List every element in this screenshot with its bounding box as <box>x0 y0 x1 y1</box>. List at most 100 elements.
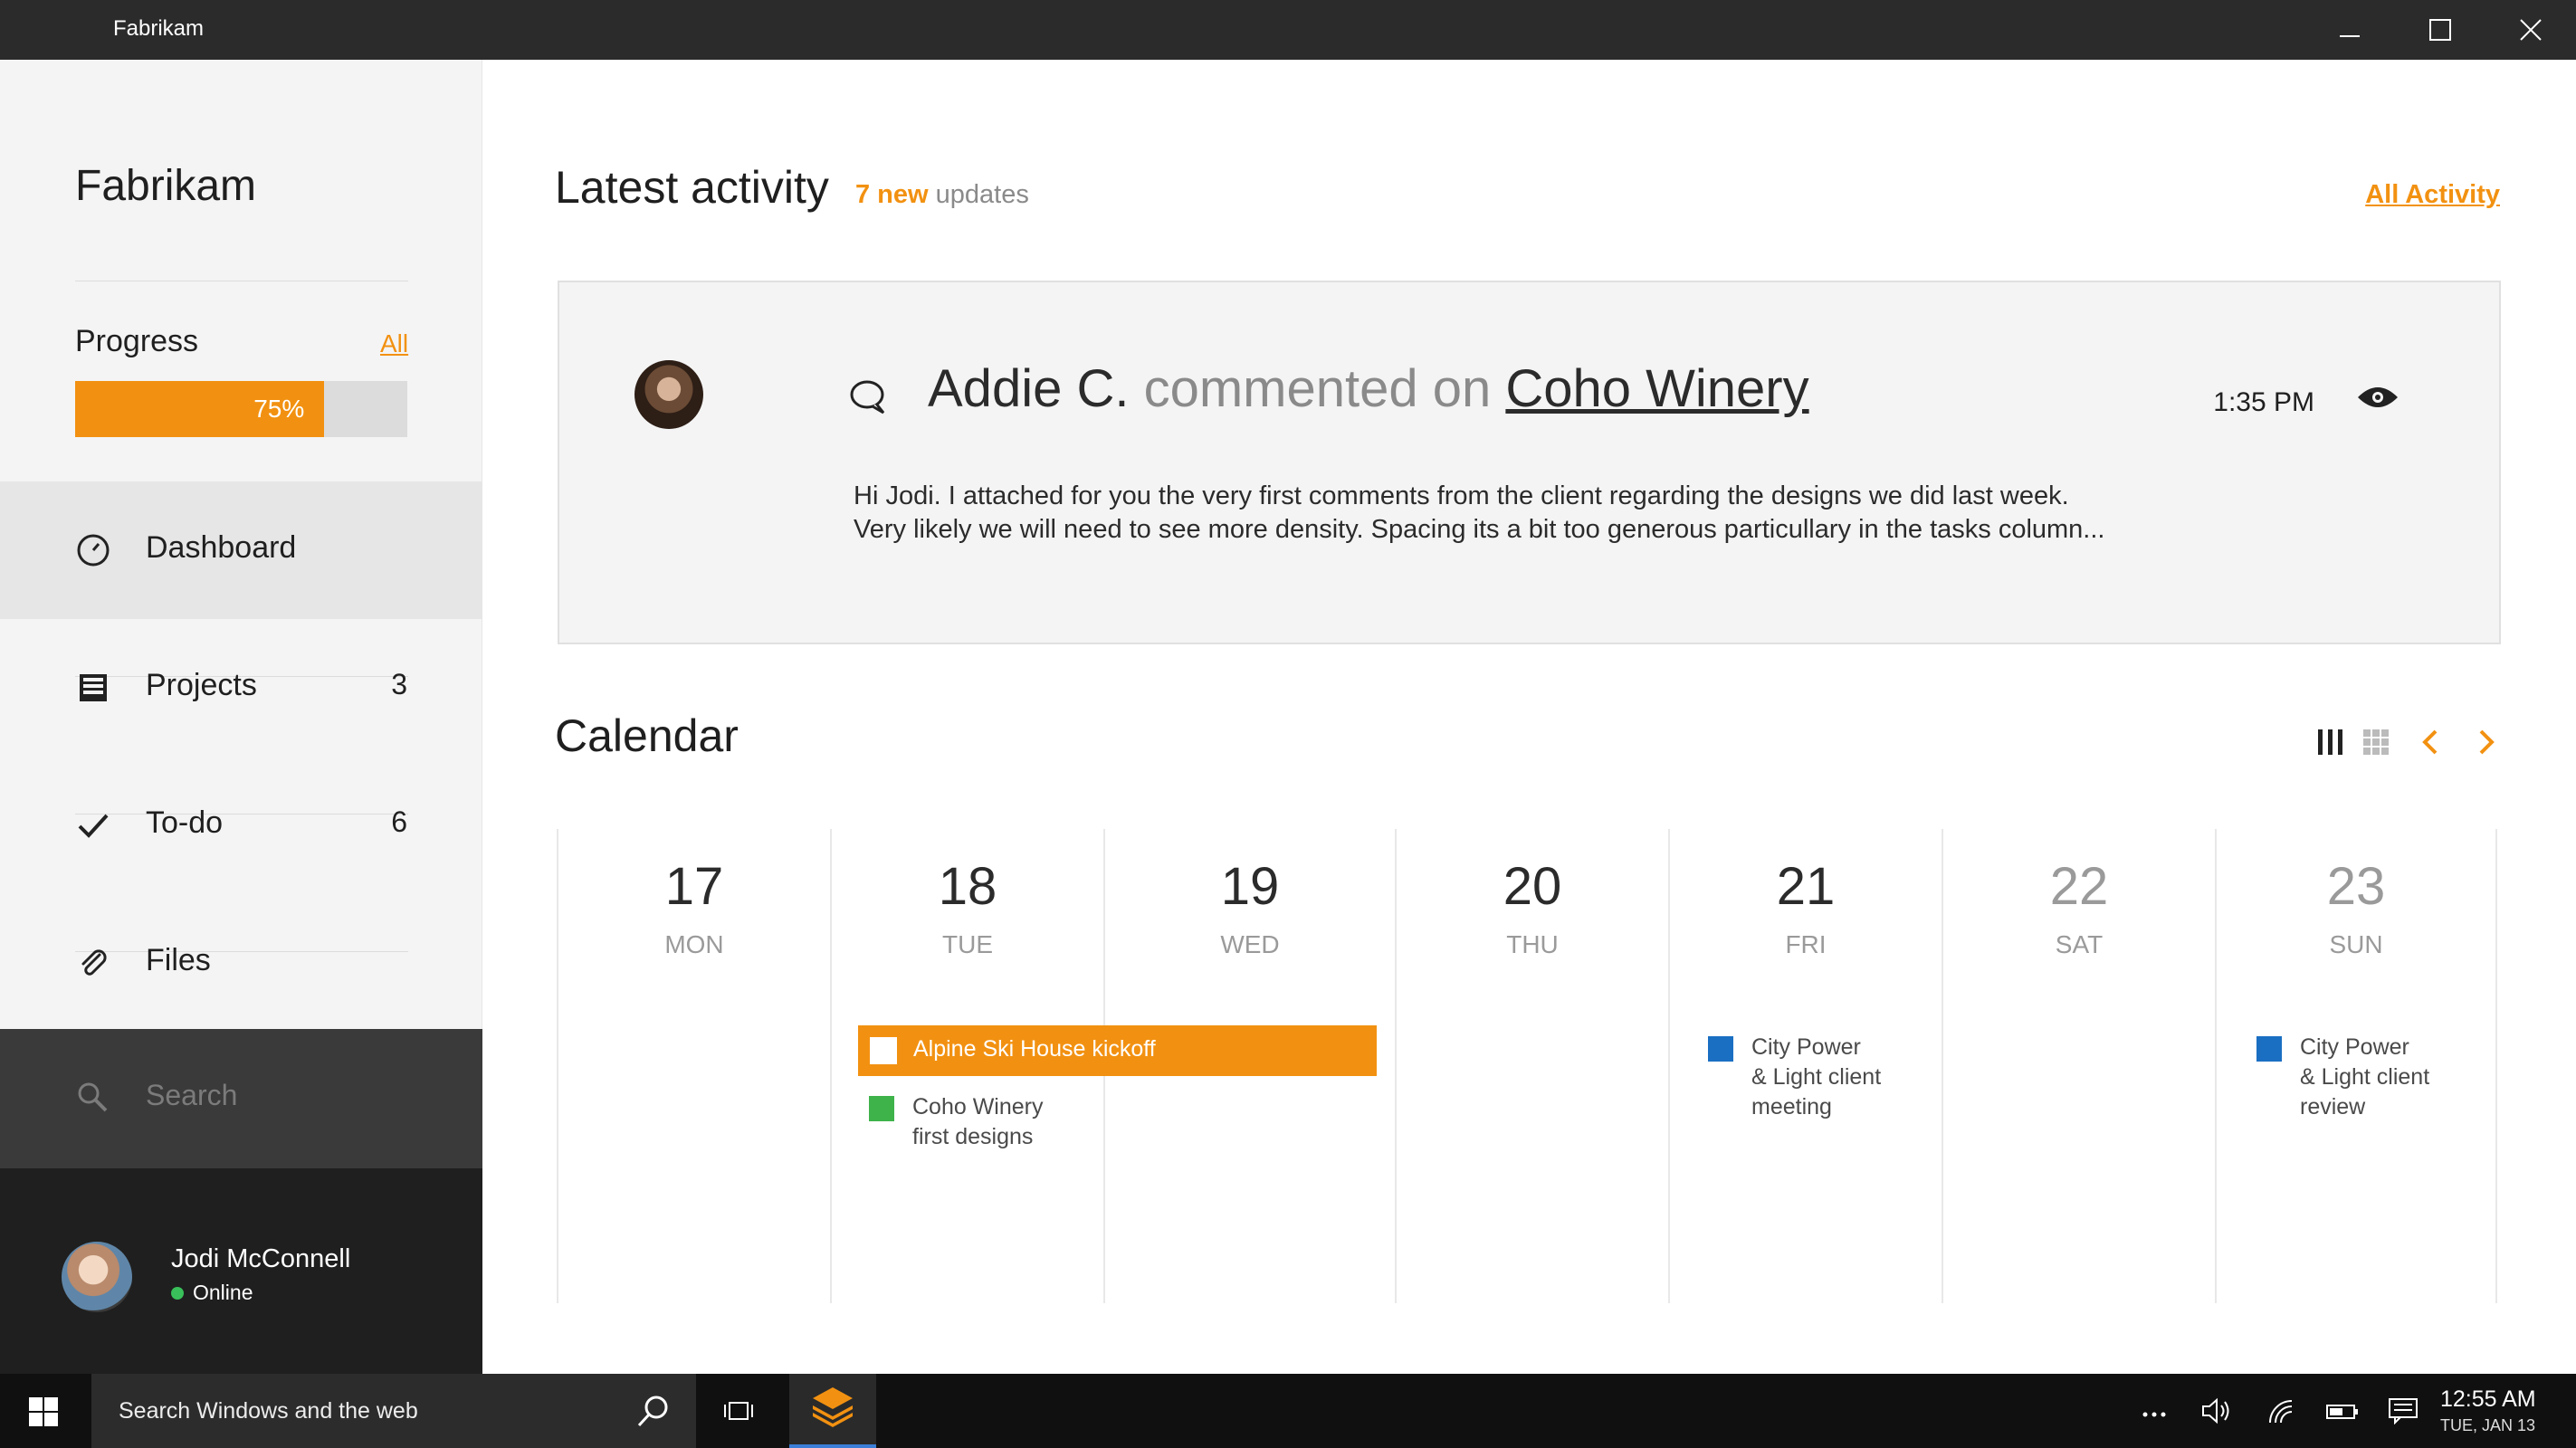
sidebar: Fabrikam Progress All 75% Dashboard Proj… <box>0 60 482 1374</box>
minimize-icon <box>2340 35 2360 37</box>
all-activity-link[interactable]: All Activity <box>2365 180 2500 210</box>
avatar <box>62 1242 132 1312</box>
comment-icon <box>849 378 887 421</box>
sidebar-item-projects[interactable]: Projects 3 <box>0 619 482 757</box>
day-number: 21 <box>1776 857 1836 916</box>
day-name: TUE <box>942 930 993 958</box>
event-label-line: meeting <box>1751 1094 1832 1119</box>
taskbar-search[interactable]: Search Windows and the web <box>91 1374 696 1448</box>
minimize-button[interactable] <box>2304 0 2395 60</box>
day-number: 18 <box>938 857 997 916</box>
volume-icon[interactable] <box>2201 1397 2232 1429</box>
close-button[interactable] <box>2485 0 2576 60</box>
battery-icon[interactable] <box>2326 1403 2359 1425</box>
task-view-icon[interactable] <box>722 1397 755 1429</box>
projects-icon <box>75 670 111 706</box>
sidebar-item-dashboard[interactable]: Dashboard <box>0 481 482 619</box>
activity-verb: commented on <box>1143 359 1492 418</box>
paperclip-icon <box>75 945 111 981</box>
activity-body: Hi Jodi. I attached for you the very fir… <box>854 480 2392 547</box>
online-status-icon <box>171 1287 184 1300</box>
maximize-button[interactable] <box>2395 0 2485 60</box>
week-view-icon[interactable] <box>2314 726 2347 763</box>
day-name: SUN <box>2329 930 2383 958</box>
activity-time: 1:35 PM <box>2213 387 2314 417</box>
event-label: City Power & Light client meeting <box>1751 1033 1881 1122</box>
sidebar-item-label: To-do <box>146 805 224 840</box>
event-color-icon <box>1708 1036 1733 1062</box>
chevron-left-icon[interactable] <box>2414 726 2447 763</box>
event-color-icon <box>869 1096 894 1121</box>
projects-count: 3 <box>391 668 407 700</box>
progress-all-link[interactable]: All <box>380 329 408 358</box>
checkmark-icon <box>75 807 111 843</box>
taskbar-search-input[interactable]: Search Windows and the web <box>119 1398 418 1424</box>
user-profile[interactable]: Jodi McConnell Online <box>0 1168 482 1374</box>
event-color-icon <box>2256 1036 2282 1062</box>
title-bar: Fabrikam <box>0 0 2576 60</box>
user-status: Online <box>193 1281 253 1304</box>
activity-card[interactable]: Addie C. commented on Coho Winery 1:35 P… <box>558 281 2501 644</box>
day-name: FRI <box>1785 930 1827 958</box>
layers-icon <box>809 1384 856 1435</box>
brand-title: Fabrikam <box>75 162 257 210</box>
more-icon[interactable] <box>2142 1406 2167 1423</box>
eye-icon[interactable] <box>2356 383 2399 416</box>
taskbar: Search Windows and the web 12:55 AM TUE,… <box>0 1374 2576 1448</box>
new-count: 7 new <box>855 180 929 209</box>
activity-target-link[interactable]: Coho Winery <box>1505 359 1808 418</box>
taskbar-app-fabrikam[interactable] <box>789 1374 876 1448</box>
calendar-day[interactable]: 17 MON <box>557 829 830 1303</box>
window-title: Fabrikam <box>113 16 205 41</box>
avatar <box>634 360 703 429</box>
event-label: Coho Winery first designs <box>912 1092 1044 1152</box>
event-coho-winery[interactable]: Coho Winery first designs <box>869 1092 1086 1156</box>
event-label-line: City Power <box>2300 1034 2409 1060</box>
wifi-icon[interactable] <box>2266 1397 2294 1429</box>
calendar-day[interactable]: 22 SAT <box>1942 829 2215 1303</box>
event-city-power-meeting[interactable]: City Power & Light client meeting <box>1708 1033 1925 1127</box>
day-name: WED <box>1220 930 1280 958</box>
event-label: Alpine Ski House kickoff <box>913 1036 1156 1062</box>
sidebar-search[interactable]: Search <box>0 1029 482 1168</box>
search-icon <box>636 1394 671 1433</box>
event-city-power-review[interactable]: City Power & Light client review <box>2256 1033 2474 1127</box>
sidebar-item-label: Files <box>146 943 211 977</box>
sidebar-item-files[interactable]: Files <box>0 894 482 1032</box>
activity-author: Addie C. <box>928 359 1130 418</box>
search-icon <box>75 1080 110 1119</box>
chevron-right-icon[interactable] <box>2470 726 2503 763</box>
event-alpine-ski-house[interactable]: Alpine Ski House kickoff <box>858 1025 1377 1076</box>
day-number: 19 <box>1220 857 1280 916</box>
sidebar-item-todo[interactable]: To-do 6 <box>0 757 482 894</box>
day-name: MON <box>664 930 724 958</box>
todo-count: 6 <box>391 805 407 838</box>
close-icon <box>2520 19 2542 41</box>
sidebar-item-label: Projects <box>146 668 257 702</box>
updates-count: 7 new updates <box>855 180 1029 210</box>
dashboard-icon <box>75 532 111 568</box>
taskbar-clock[interactable]: 12:55 AM TUE, JAN 13 <box>2440 1386 2540 1435</box>
search-input[interactable]: Search <box>146 1079 237 1112</box>
event-label: City Power & Light client review <box>2300 1033 2429 1122</box>
day-number: 20 <box>1503 857 1562 916</box>
windows-start-icon[interactable] <box>27 1396 60 1433</box>
calendar-day[interactable]: 20 THU <box>1395 829 1668 1303</box>
event-label-line: first designs <box>912 1124 1034 1149</box>
day-number: 17 <box>664 857 724 916</box>
main-content: Latest activity 7 new updates All Activi… <box>482 60 2576 1374</box>
event-label-line: & Light client <box>2300 1064 2430 1090</box>
event-checkbox-icon <box>870 1037 897 1064</box>
activity-headline: Addie C. commented on Coho Winery <box>928 358 1809 419</box>
clock-date: TUE, JAN 13 <box>2440 1416 2536 1434</box>
event-label-line: Coho Winery <box>912 1094 1044 1119</box>
activity-body-line: Hi Jodi. I attached for you the very fir… <box>854 481 2069 510</box>
user-name: Jodi McConnell <box>171 1244 351 1273</box>
calendar-title: Calendar <box>555 710 739 761</box>
action-center-icon[interactable] <box>2388 1397 2419 1429</box>
activity-body-line: Very likely we will need to see more den… <box>854 515 2105 544</box>
sidebar-item-label: Dashboard <box>146 530 297 565</box>
month-view-icon[interactable] <box>2360 726 2392 763</box>
day-name: SAT <box>2055 930 2104 958</box>
latest-activity-title: Latest activity <box>555 162 829 213</box>
